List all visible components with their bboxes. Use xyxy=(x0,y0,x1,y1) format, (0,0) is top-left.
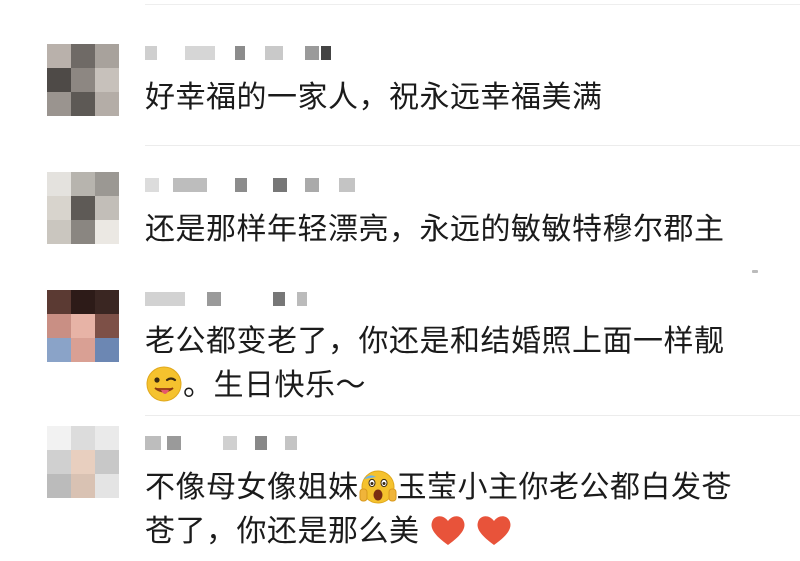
avatar[interactable] xyxy=(47,172,119,244)
comment-item: 好幸福的一家人，祝永远幸福美满 xyxy=(0,0,800,145)
comment-text-line1: 老公都变老了，你还是和结婚照上面一样靓 xyxy=(145,324,725,359)
avatar[interactable] xyxy=(47,426,119,498)
screaming-face-emoji-icon xyxy=(359,467,397,505)
comment-text-part2: 玉莹小主你老公都白发苍 xyxy=(396,470,732,505)
comment-text: 老公都变老了，你还是和结婚照上面一样靓 。生日快乐～ xyxy=(145,320,765,408)
username-blurred[interactable] xyxy=(145,178,365,194)
red-heart-emoji-icon xyxy=(476,513,512,547)
more-indicator xyxy=(752,270,758,273)
comment-text-line2: 苍了，你还是那么美 xyxy=(145,514,420,549)
comment-text: 不像母女像姐妹 玉莹小主你老公都白发苍 苍了，你还是那么美 xyxy=(145,466,765,554)
comment-text-part1: 不像母女像姐妹 xyxy=(145,470,359,505)
username-blurred[interactable] xyxy=(145,436,325,452)
comment-text: 好幸福的一家人，祝永远幸福美满 xyxy=(145,80,603,115)
comment-text: 还是那样年轻漂亮，永远的敏敏特穆尔郡主 xyxy=(145,212,725,247)
comment-text-line2: 。生日快乐～ xyxy=(183,368,366,403)
wink-tongue-emoji-icon xyxy=(145,365,183,403)
avatar[interactable] xyxy=(47,44,119,116)
divider xyxy=(145,145,800,146)
username-blurred[interactable] xyxy=(145,46,345,62)
username-blurred[interactable] xyxy=(145,292,325,308)
red-heart-emoji-icon xyxy=(430,513,466,547)
avatar[interactable] xyxy=(47,290,119,362)
divider xyxy=(145,415,800,416)
